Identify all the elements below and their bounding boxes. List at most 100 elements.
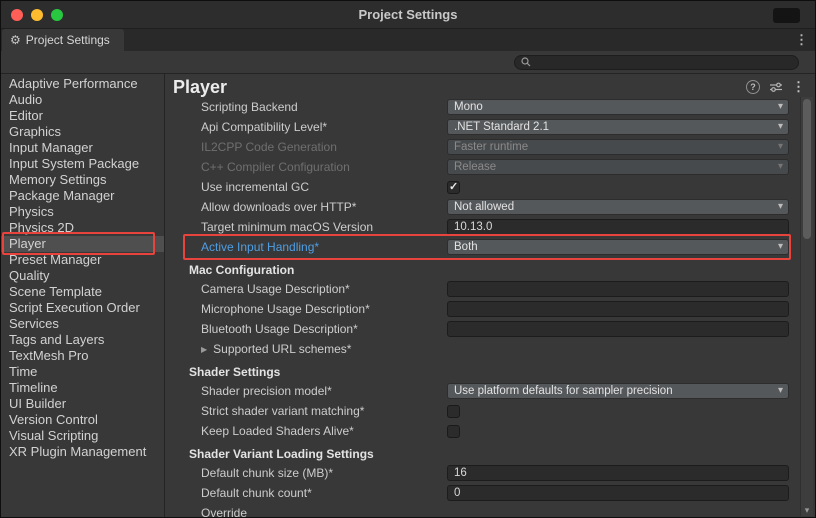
close-window-button[interactable] bbox=[11, 9, 23, 21]
section-shader-variant-loading-settings: Shader Variant Loading Settings bbox=[185, 445, 789, 463]
checkbox-use-incremental-gc[interactable]: ✓ bbox=[447, 181, 460, 194]
label-target-minimum-macos-version: Target minimum macOS Version bbox=[185, 220, 447, 234]
titlebar: Project Settings bbox=[1, 1, 815, 29]
checkbox-keep-loaded-shaders-alive[interactable] bbox=[447, 425, 460, 438]
sidebar-item-version-control[interactable]: Version Control bbox=[1, 412, 164, 428]
sidebar-item-adaptive-performance[interactable]: Adaptive Performance bbox=[1, 76, 164, 92]
sidebar-item-textmesh-pro[interactable]: TextMesh Pro bbox=[1, 348, 164, 364]
row-use-incremental-gc: Use incremental GC✓ bbox=[185, 177, 789, 197]
search-input[interactable] bbox=[535, 56, 792, 68]
label-camera-usage-description: Camera Usage Description* bbox=[185, 282, 447, 296]
page-title: Player bbox=[173, 78, 737, 96]
dropdown-shader-precision-model[interactable]: Use platform defaults for sampler precis… bbox=[447, 383, 789, 399]
label-default-chunk-size-mb: Default chunk size (MB)* bbox=[185, 466, 447, 480]
tab-project-settings[interactable]: ⚙ Project Settings bbox=[2, 29, 124, 51]
chevron-down-icon: ▾ bbox=[778, 242, 783, 252]
field-value: 10.13.0 bbox=[454, 221, 492, 233]
window-title: Project Settings bbox=[1, 7, 815, 22]
search-box[interactable] bbox=[514, 55, 799, 70]
scrollbar-down-arrow-icon[interactable]: ▾ bbox=[801, 505, 813, 516]
row-c-compiler-configuration: C++ Compiler ConfigurationRelease▾ bbox=[185, 157, 789, 177]
sidebar-item-services[interactable]: Services bbox=[1, 316, 164, 332]
dropdown-c-compiler-configuration: Release▾ bbox=[447, 159, 789, 175]
sidebar-item-visual-scripting[interactable]: Visual Scripting bbox=[1, 428, 164, 444]
settings-list: Scripting BackendMono▾Api Compatibility … bbox=[165, 97, 815, 517]
sidebar-item-timeline[interactable]: Timeline bbox=[1, 380, 164, 396]
label-keep-loaded-shaders-alive: Keep Loaded Shaders Alive* bbox=[185, 424, 447, 438]
sidebar-item-preset-manager[interactable]: Preset Manager bbox=[1, 252, 164, 268]
tab-bar: ⚙ Project Settings ⋮ bbox=[1, 29, 815, 51]
scrollbar-thumb[interactable] bbox=[803, 99, 811, 239]
zoom-window-button[interactable] bbox=[51, 9, 63, 21]
dropdown-value: Use platform defaults for sampler precis… bbox=[454, 385, 778, 397]
sidebar-item-player[interactable]: Player bbox=[1, 236, 164, 252]
dropdown-value: Release bbox=[454, 161, 778, 173]
field-default-chunk-size-mb[interactable]: 16 bbox=[447, 465, 789, 481]
field-value: 0 bbox=[454, 487, 460, 499]
sidebar-item-audio[interactable]: Audio bbox=[1, 92, 164, 108]
dropdown-scripting-backend[interactable]: Mono▾ bbox=[447, 99, 789, 115]
field-microphone-usage-description[interactable] bbox=[447, 301, 789, 317]
tab-label: Project Settings bbox=[26, 33, 110, 47]
sidebar-item-ui-builder[interactable]: UI Builder bbox=[1, 396, 164, 412]
traffic-lights bbox=[11, 9, 63, 21]
sidebar-item-quality[interactable]: Quality bbox=[1, 268, 164, 284]
minimize-window-button[interactable] bbox=[31, 9, 43, 21]
titlebar-button[interactable] bbox=[773, 8, 800, 23]
help-icon[interactable]: ? bbox=[746, 80, 760, 94]
sidebar-item-memory-settings[interactable]: Memory Settings bbox=[1, 172, 164, 188]
section-mac-configuration: Mac Configuration bbox=[185, 261, 789, 279]
chevron-down-icon: ▾ bbox=[778, 102, 783, 112]
project-settings-window: Project Settings ⚙ Project Settings ⋮ Ad… bbox=[0, 0, 816, 518]
label-c-compiler-configuration: C++ Compiler Configuration bbox=[185, 160, 447, 174]
row-shader-precision-model: Shader precision model*Use platform defa… bbox=[185, 381, 789, 401]
row-keep-loaded-shaders-alive: Keep Loaded Shaders Alive* bbox=[185, 421, 789, 441]
checkbox-strict-shader-variant-matching[interactable] bbox=[447, 405, 460, 418]
header-more-menu-icon[interactable]: ⋮ bbox=[792, 79, 805, 95]
preset-icon[interactable] bbox=[769, 81, 783, 93]
sidebar-item-physics-2d[interactable]: Physics 2D bbox=[1, 220, 164, 236]
chevron-down-icon: ▾ bbox=[778, 162, 783, 172]
dropdown-api-compatibility-level[interactable]: .NET Standard 2.1▾ bbox=[447, 119, 789, 135]
label-api-compatibility-level: Api Compatibility Level* bbox=[185, 120, 447, 134]
field-default-chunk-count[interactable]: 0 bbox=[447, 485, 789, 501]
row-override: Override bbox=[185, 503, 789, 517]
chevron-down-icon: ▾ bbox=[778, 142, 783, 152]
row-scripting-backend: Scripting BackendMono▾ bbox=[185, 97, 789, 117]
row-api-compatibility-level: Api Compatibility Level*.NET Standard 2.… bbox=[185, 117, 789, 137]
dropdown-value: Faster runtime bbox=[454, 141, 778, 153]
field-bluetooth-usage-description[interactable] bbox=[447, 321, 789, 337]
sidebar-item-input-system-package[interactable]: Input System Package bbox=[1, 156, 164, 172]
label-bluetooth-usage-description: Bluetooth Usage Description* bbox=[185, 322, 447, 336]
label-supported-url-schemes[interactable]: ▶Supported URL schemes* bbox=[185, 342, 447, 356]
dropdown-active-input-handling[interactable]: Both▾ bbox=[447, 239, 789, 255]
sidebar-item-tags-and-layers[interactable]: Tags and Layers bbox=[1, 332, 164, 348]
field-target-minimum-macos-version[interactable]: 10.13.0 bbox=[447, 219, 789, 235]
sidebar-item-time[interactable]: Time bbox=[1, 364, 164, 380]
field-camera-usage-description[interactable] bbox=[447, 281, 789, 297]
sidebar-item-graphics[interactable]: Graphics bbox=[1, 124, 164, 140]
dropdown-value: Not allowed bbox=[454, 201, 778, 213]
field-value: 16 bbox=[454, 467, 467, 479]
tab-more-menu-icon[interactable]: ⋮ bbox=[788, 29, 815, 51]
dropdown-allow-downloads-over-http[interactable]: Not allowed▾ bbox=[447, 199, 789, 215]
foldout-arrow-icon[interactable]: ▶ bbox=[201, 345, 207, 354]
label-allow-downloads-over-http: Allow downloads over HTTP* bbox=[185, 200, 447, 214]
sidebar-item-editor[interactable]: Editor bbox=[1, 108, 164, 124]
vertical-scrollbar[interactable]: ▾ bbox=[800, 97, 813, 516]
sidebar-item-scene-template[interactable]: Scene Template bbox=[1, 284, 164, 300]
dropdown-value: Both bbox=[454, 241, 778, 253]
label-use-incremental-gc: Use incremental GC bbox=[185, 180, 447, 194]
row-strict-shader-variant-matching: Strict shader variant matching* bbox=[185, 401, 789, 421]
sidebar-item-package-manager[interactable]: Package Manager bbox=[1, 188, 164, 204]
sidebar-item-xr-plugin-management[interactable]: XR Plugin Management bbox=[1, 444, 164, 460]
label-scripting-backend: Scripting Backend bbox=[185, 100, 447, 114]
sidebar-item-script-execution-order[interactable]: Script Execution Order bbox=[1, 300, 164, 316]
gear-icon: ⚙ bbox=[10, 34, 21, 46]
label-default-chunk-count: Default chunk count* bbox=[185, 486, 447, 500]
sidebar-item-input-manager[interactable]: Input Manager bbox=[1, 140, 164, 156]
label-microphone-usage-description: Microphone Usage Description* bbox=[185, 302, 447, 316]
row-microphone-usage-description: Microphone Usage Description* bbox=[185, 299, 789, 319]
sidebar-item-physics[interactable]: Physics bbox=[1, 204, 164, 220]
chevron-down-icon: ▾ bbox=[778, 386, 783, 396]
